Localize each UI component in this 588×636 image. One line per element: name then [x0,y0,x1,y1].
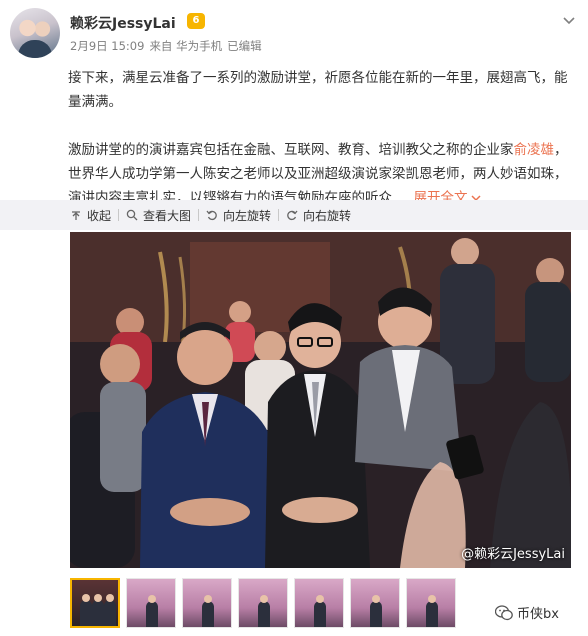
post-photo[interactable]: @赖彩云JessyLai [70,232,571,568]
rotate-right-label: 向右旋转 [303,208,352,223]
post-source: 来自 华为手机 [149,39,223,53]
thumbnail[interactable] [406,578,456,628]
paragraph-2-text-a: 激励讲堂的的演讲嘉宾包括在金融、互联网、教育、培训教父之称的企业家 [68,142,514,158]
rotate-left-icon [206,210,217,221]
post-edited[interactable]: 已编辑 [227,39,262,53]
wechat-icon [495,604,513,620]
image-toolbar: 收起 查看大图 向左旋转 向右旋转 [0,200,588,230]
thumbnail[interactable] [350,578,400,628]
search-icon [126,209,138,221]
post-header: 赖彩云JessyLai 6 2月9日 15:09 来自 华为手机 已编辑 [10,8,578,58]
thumbnail[interactable] [182,578,232,628]
user-name[interactable]: 赖彩云JessyLai [70,13,176,33]
thumbnail[interactable] [238,578,288,628]
rotate-right-button[interactable]: 向右旋转 [286,207,351,224]
brand-label: 币侠bx [517,607,559,622]
thumbnail[interactable] [294,578,344,628]
post-date[interactable]: 2月9日 15:09 [70,39,144,53]
avatar[interactable] [10,8,60,58]
post-paragraph-1: 接下来，满星云准备了一系列的激励讲堂，祈愿各位能在新的一年里，展翅高飞，能量满满… [68,70,568,110]
mention-link[interactable]: 俞凌雄 [514,142,555,158]
post-text: 接下来，满星云准备了一系列的激励讲堂，祈愿各位能在新的一年里，展翅高飞，能量满满… [68,66,574,210]
wechat-brand: 币侠bx [495,603,559,622]
photo-scene [70,232,571,568]
thumbnail[interactable] [70,578,120,628]
divider [198,209,200,221]
collapse-label: 收起 [87,208,112,223]
rotate-left-button[interactable]: 向左旋转 [206,207,271,224]
collapse-up-icon [72,211,80,220]
view-large-button[interactable]: 查看大图 [126,207,191,224]
vip-badge-icon: 6 [187,13,205,29]
view-large-label: 查看大图 [143,208,192,223]
thumbnail[interactable] [126,578,176,628]
thumbnail-strip [70,578,456,630]
chevron-down-icon[interactable] [562,14,576,28]
divider [118,209,120,221]
collapse-button[interactable]: 收起 [70,207,111,224]
photo-watermark: @赖彩云JessyLai [461,547,565,562]
rotate-right-icon [287,210,298,221]
rotate-left-label: 向左旋转 [223,208,272,223]
post-meta: 2月9日 15:09 来自 华为手机 已编辑 [70,38,267,54]
divider [278,209,280,221]
